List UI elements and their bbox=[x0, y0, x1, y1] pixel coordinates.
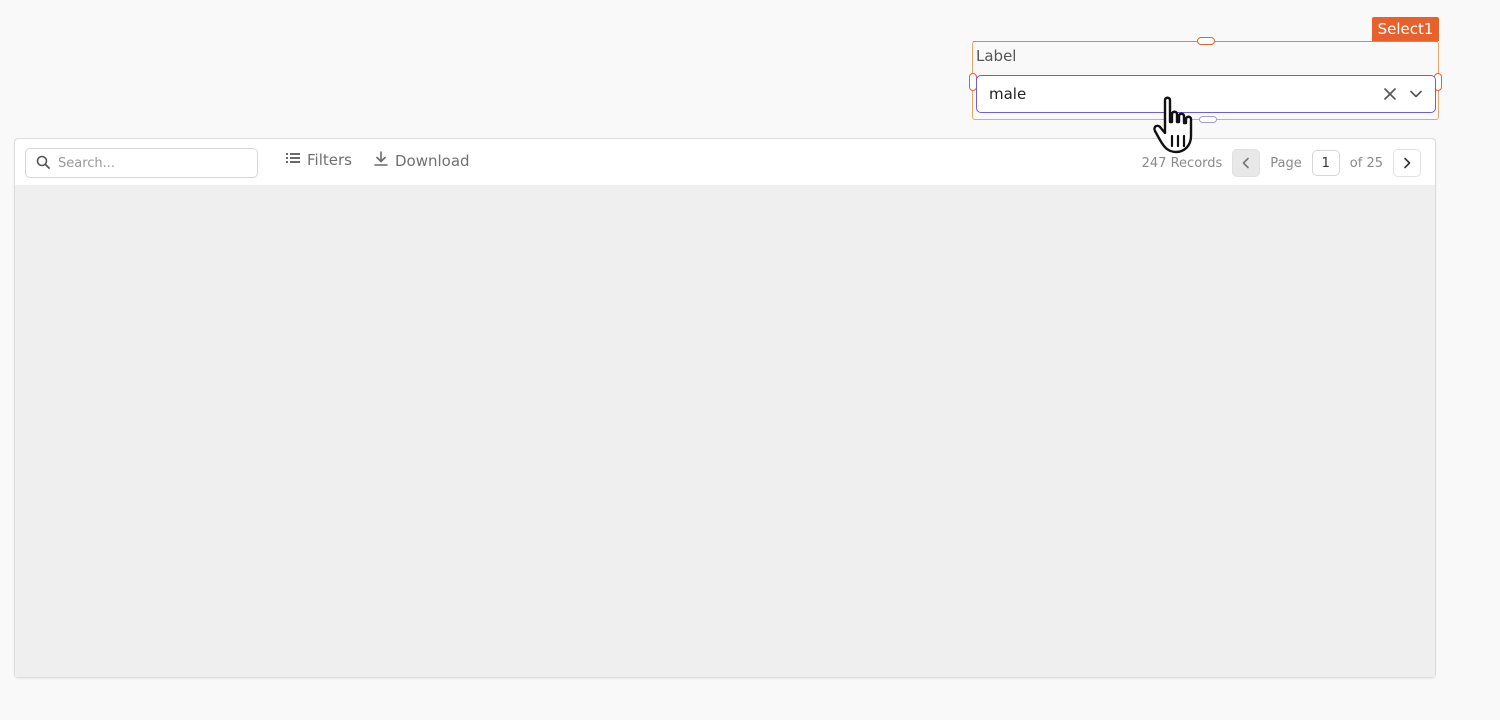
filter-list-icon bbox=[285, 151, 301, 169]
chevron-left-icon bbox=[1242, 157, 1250, 169]
widget-name-tag[interactable]: Select1 bbox=[1372, 17, 1439, 41]
chevron-right-icon bbox=[1404, 157, 1411, 169]
download-label: Download bbox=[395, 152, 470, 170]
next-page-button[interactable] bbox=[1393, 149, 1421, 177]
prev-page-button[interactable] bbox=[1232, 149, 1261, 177]
page-total: of 25 bbox=[1349, 155, 1383, 171]
table-widget: Filters Download 247 Records Page 1 of 2… bbox=[14, 138, 1436, 678]
download-button[interactable]: Download bbox=[373, 151, 470, 171]
select-label: Label bbox=[976, 47, 1017, 65]
record-count: 247 Records bbox=[1141, 155, 1223, 171]
resize-handle-top[interactable] bbox=[1197, 37, 1215, 45]
filters-button[interactable]: Filters bbox=[285, 151, 352, 169]
page-label: Page bbox=[1270, 155, 1302, 171]
search-box[interactable] bbox=[25, 148, 258, 178]
download-icon bbox=[373, 151, 389, 171]
table-body bbox=[15, 185, 1435, 677]
select-widget[interactable]: Label male bbox=[969, 37, 1442, 123]
editor-canvas: Select1 Label male Search... Filters Dow… bbox=[0, 0, 1500, 720]
search-icon bbox=[36, 154, 50, 173]
table-toolbar: Filters Download 247 Records Page 1 of 2… bbox=[15, 139, 1435, 185]
page-number-input[interactable]: 1 bbox=[1311, 150, 1340, 176]
select-dropdown[interactable]: male bbox=[976, 75, 1436, 113]
chevron-down-icon[interactable] bbox=[1403, 81, 1429, 107]
close-icon[interactable] bbox=[1377, 81, 1403, 107]
hand-pointer-cursor-icon bbox=[1153, 96, 1205, 156]
filters-label: Filters bbox=[307, 151, 352, 169]
search-input[interactable] bbox=[58, 155, 238, 171]
